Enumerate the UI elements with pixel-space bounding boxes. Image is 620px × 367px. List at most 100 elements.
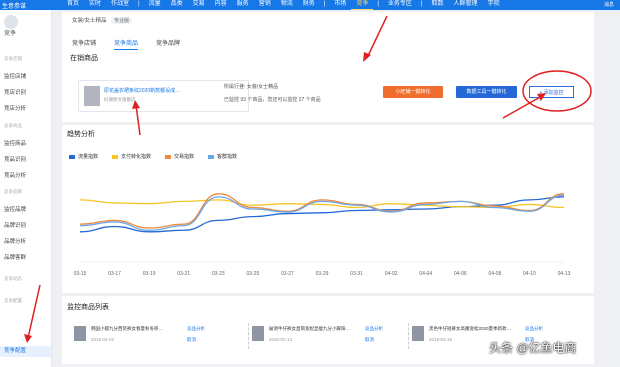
data-tool-convert-button[interactable]: 数据工具一键转化 [456,86,517,98]
x-tick-label: 03-17 [108,271,121,277]
category-selector[interactable]: 女装/女士精品 专业版 [72,16,133,24]
x-tick-label: 03-19 [143,271,156,277]
product-title-link[interactable]: 原花盖衣裙条纹2020新款都设成… [104,87,180,94]
top-user-menu[interactable]: 消息 [604,1,614,8]
monitored-product-item[interactable]: 韩国小都九分西装裤女春夏秋冬哆… 2019-04-02 竞品分析取消 [74,323,224,353]
nav-item[interactable]: 作战室 [106,0,134,10]
sidebar-group-label: 竞争品牌 [4,189,22,194]
cancel-monitor-link[interactable]: 取消 [365,337,374,343]
product-select-card: 在销商品 原花盖衣裙条纹2020新款都设成… 好潮原文旗舰店 × 所属行业: 女… [62,50,594,122]
product-category-info: 所属行业: 女装/女士精品 [224,84,279,90]
monitored-product-title[interactable]: 黑色牛仔短裤女高腰宽松2020夏季新款… [429,326,514,332]
tab-competing-shops[interactable]: 竞争店铺 [72,38,96,47]
product-analysis-link[interactable]: 竞品分析 [525,326,543,332]
avatar [4,15,18,29]
x-tick-label: 03-27 [281,271,294,277]
monitored-product-date: 2019-04-02 [91,337,115,342]
monitored-product-date: 2019-03-15 [429,337,453,342]
product-shop-name: 好潮原文旗舰店 [104,97,136,102]
nav-item[interactable]: 内容 [210,0,232,10]
x-tick-label: 03-29 [316,271,329,277]
sidebar-item[interactable]: 监控商品 [4,139,26,147]
shop-convert-button[interactable]: 小旺铺一键转化 [383,86,443,98]
sidebar-item[interactable]: 竞品识别 [4,155,26,163]
nav-item[interactable]: 实时 [84,0,106,10]
list-divider [248,323,249,349]
sidebar-section-title: 竞争 [4,31,17,37]
x-tick-label: 04-06 [454,271,467,277]
nav-item[interactable]: 人群管理 [448,0,482,10]
nav-item[interactable]: 市场 [329,0,351,10]
nav-separator: | [420,1,423,7]
sidebar-item[interactable]: 品牌分析 [4,237,26,245]
monitored-product-title[interactable]: 韩国小都九分西装裤女春夏秋冬哆… [91,326,176,332]
x-tick-label: 03-23 [212,271,225,277]
product-thumbnail [252,326,264,341]
series-line [79,196,565,233]
x-tick-label: 04-10 [523,271,536,277]
sidebar-item[interactable]: 品牌识别 [4,221,26,229]
sidebar-group-label: 竞争店铺 [4,56,22,61]
sidebar-item[interactable]: 竞店识别 [4,88,26,96]
series-line [79,193,565,229]
trend-analysis-card: 趋势分析 流量指数 支付转化指数 交易指数 客群指数 03-15 03-17 03-19 0… [62,125,594,293]
list-divider [408,323,409,349]
competition-tabs-card: 女装/女士精品 专业版 竞争店铺 竞争商品 竞争品牌 [62,12,594,50]
x-tick-label: 04-02 [385,271,398,277]
nav-item[interactable]: 取数 [426,0,448,10]
product-section-title: 在销商品 [70,55,98,62]
tab-competing-brands[interactable]: 竞争品牌 [156,38,180,47]
nav-item[interactable]: 流量 [144,0,166,10]
monitored-product-title[interactable]: 破洞牛仔裤女直筒宽松显瘦九分小脚阳… [269,326,354,332]
nav-item[interactable]: 业务专区 [383,0,417,10]
add-monitor-button[interactable]: + 添加监控 [529,86,574,98]
watermark: 头条 @亿鱼电商 [489,341,577,355]
monitor-section-title: 监控商品列表 [67,304,109,311]
monitor-quota-info: 已监控 93 个商品，您还可以监控 27 个商品 [224,97,321,103]
x-tick-label: 04-08 [488,271,501,277]
nav-item[interactable]: 学院 [483,0,505,10]
x-tick-label: 04-04 [419,271,432,277]
sidebar-item[interactable]: 监控品牌 [4,205,26,213]
tab-competing-products[interactable]: 竞争商品 [114,38,139,50]
sidebar-item[interactable]: 监控店铺 [4,72,26,80]
brand-logo[interactable]: 生意参谋 [2,1,26,10]
top-navigation-bar: 生意参谋 首页 实时 作战室 | 流量 品类 交易 内容 服务 营销 物流 财务 | 市场 竞争 | 业务专区 |… [0,0,620,10]
sidebar-group-label: 竞争配置 [4,298,22,303]
monitored-product-date: 2020-02-13 [269,337,293,342]
nav-separator: | [377,1,379,7]
nav-item[interactable]: 物流 [276,0,298,10]
nav-item[interactable]: 竞争 [351,0,374,10]
monitored-product-item[interactable]: 破洞牛仔裤女直筒宽松显瘦九分小脚阳… 2020-02-13 竞品分析取消 [248,323,402,353]
nav-item[interactable]: 营销 [254,0,276,10]
nav-item[interactable]: 品类 [166,0,188,10]
top-nav-menu: 首页 实时 作战室 | 流量 品类 交易 内容 服务 营销 物流 财务 | 市场 竞争 | 业务专区 | 取数 人群管… [62,0,505,10]
nav-item[interactable]: 财务 [298,0,320,10]
category-value: 女装/女士精品 [72,18,107,24]
version-switch[interactable]: 专业版 [111,17,133,24]
nav-item[interactable]: 交易 [188,0,210,10]
x-tick-label: 03-31 [350,271,363,277]
sidebar-item-active[interactable]: 竞争配置 [0,346,51,357]
sidebar-group-label: 竞争商品 [4,123,22,128]
x-tick-label: 03-15 [74,271,87,277]
product-thumbnail [74,326,86,341]
product-analysis-link[interactable]: 竞品分析 [365,326,383,332]
product-thumbnail [412,326,424,341]
product-thumbnail [84,86,100,106]
trend-line-chart: 03-15 03-17 03-19 03-21 03-23 03-25 03-27 03-29… [74,193,571,277]
cancel-monitor-link[interactable]: 取消 [187,337,196,343]
x-tick-label: 03-25 [246,271,259,277]
nav-separator: | [323,1,326,7]
nav-separator: | [138,1,140,7]
x-tick-label: 04-13 [558,271,571,277]
sidebar-item[interactable]: 竞店分析 [4,104,26,112]
sidebar-item[interactable]: 竞品分析 [4,171,26,179]
sidebar-group-label: 竞争动态 [4,276,22,281]
sidebar: 竞争 竞争店铺监控店铺竞店识别竞店分析竞争商品监控商品竞品识别竞品分析竞争品牌监… [0,10,52,367]
nav-item[interactable]: 首页 [62,0,84,10]
sidebar-item[interactable]: 品牌客群 [4,253,26,261]
nav-item[interactable]: 服务 [232,0,254,10]
product-analysis-link[interactable]: 竞品分析 [187,326,205,332]
x-tick-label: 03-21 [177,271,190,277]
